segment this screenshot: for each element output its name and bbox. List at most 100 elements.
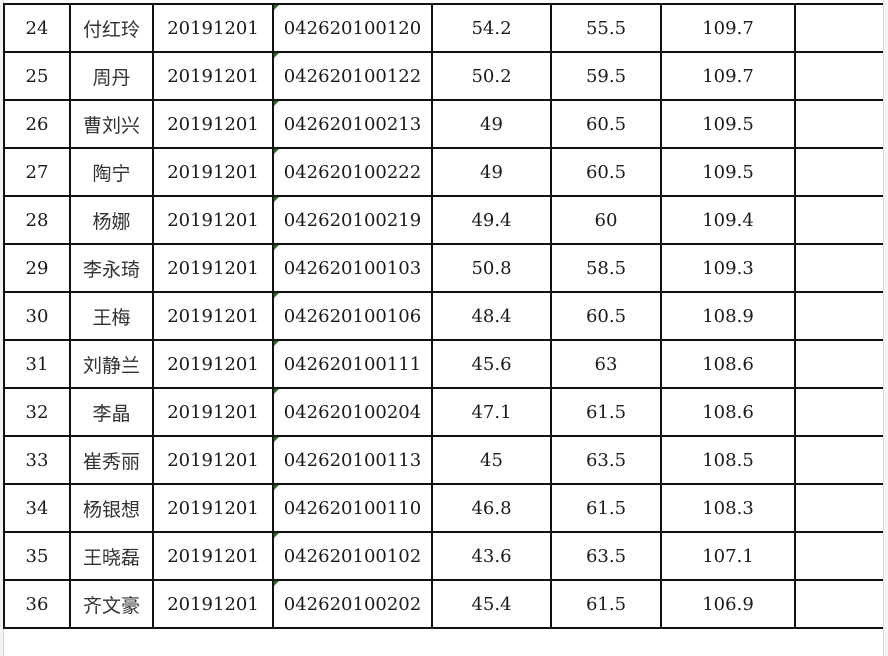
score-1-cell[interactable]: 47.1 [431, 387, 552, 437]
exam-number-cell[interactable]: 042620100120 [272, 3, 433, 53]
name-cell[interactable]: 陶宁 [69, 147, 154, 197]
remark-cell[interactable] [794, 483, 885, 533]
score-2-cell[interactable]: 60.5 [550, 291, 662, 341]
seq-cell[interactable]: 34 [3, 483, 71, 533]
score-2-cell[interactable]: 55.5 [550, 3, 662, 53]
position-code-cell[interactable]: 20191201 [152, 51, 274, 101]
seq-cell[interactable]: 31 [3, 339, 71, 389]
position-code-cell[interactable]: 20191201 [152, 387, 274, 437]
remark-cell[interactable] [794, 291, 885, 341]
name-cell[interactable]: 付红玲 [69, 3, 154, 53]
total-score-cell[interactable]: 108.3 [660, 483, 796, 533]
seq-cell[interactable]: 28 [3, 195, 71, 245]
remark-cell[interactable] [794, 339, 885, 389]
seq-cell[interactable]: 30 [3, 291, 71, 341]
score-1-cell[interactable]: 49.4 [431, 195, 552, 245]
score-1-cell[interactable]: 45 [431, 435, 552, 485]
score-2-cell[interactable]: 61.5 [550, 579, 662, 629]
remark-cell[interactable] [794, 531, 885, 581]
seq-cell[interactable]: 36 [3, 579, 71, 629]
total-score-cell[interactable]: 109.7 [660, 3, 796, 53]
seq-cell[interactable]: 27 [3, 147, 71, 197]
position-code-cell[interactable]: 20191201 [152, 147, 274, 197]
position-code-cell[interactable]: 20191201 [152, 531, 274, 581]
seq-cell[interactable]: 33 [3, 435, 71, 485]
exam-number-cell[interactable]: 042620100103 [272, 243, 433, 293]
exam-number-cell[interactable]: 042620100222 [272, 147, 433, 197]
score-1-cell[interactable]: 45.4 [431, 579, 552, 629]
exam-number-cell[interactable]: 042620100219 [272, 195, 433, 245]
name-cell[interactable]: 李永琦 [69, 243, 154, 293]
score-1-cell[interactable]: 54.2 [431, 3, 552, 53]
remark-cell[interactable] [794, 579, 885, 629]
score-1-cell[interactable]: 48.4 [431, 291, 552, 341]
total-score-cell[interactable]: 108.9 [660, 291, 796, 341]
name-cell[interactable]: 齐文豪 [69, 579, 154, 629]
seq-cell[interactable]: 35 [3, 531, 71, 581]
score-1-cell[interactable]: 49 [431, 99, 552, 149]
score-2-cell[interactable]: 60 [550, 195, 662, 245]
total-score-cell[interactable]: 107.1 [660, 531, 796, 581]
position-code-cell[interactable]: 20191201 [152, 3, 274, 53]
score-1-cell[interactable]: 49 [431, 147, 552, 197]
name-cell[interactable]: 王晓磊 [69, 531, 154, 581]
name-cell[interactable]: 周丹 [69, 51, 154, 101]
position-code-cell[interactable]: 20191201 [152, 195, 274, 245]
total-score-cell[interactable]: 108.5 [660, 435, 796, 485]
remark-cell[interactable] [794, 51, 885, 101]
position-code-cell[interactable]: 20191201 [152, 339, 274, 389]
total-score-cell[interactable]: 108.6 [660, 339, 796, 389]
exam-number-cell[interactable]: 042620100204 [272, 387, 433, 437]
exam-number-cell[interactable]: 042620100213 [272, 99, 433, 149]
score-2-cell[interactable]: 63.5 [550, 435, 662, 485]
total-score-cell[interactable]: 108.6 [660, 387, 796, 437]
score-2-cell[interactable]: 61.5 [550, 387, 662, 437]
score-2-cell[interactable]: 61.5 [550, 483, 662, 533]
position-code-cell[interactable]: 20191201 [152, 483, 274, 533]
seq-cell[interactable]: 25 [3, 51, 71, 101]
exam-number-cell[interactable]: 042620100122 [272, 51, 433, 101]
position-code-cell[interactable]: 20191201 [152, 243, 274, 293]
name-cell[interactable]: 王梅 [69, 291, 154, 341]
total-score-cell[interactable]: 109.3 [660, 243, 796, 293]
score-2-cell[interactable]: 60.5 [550, 99, 662, 149]
score-1-cell[interactable]: 50.8 [431, 243, 552, 293]
score-2-cell[interactable]: 63.5 [550, 531, 662, 581]
remark-cell[interactable] [794, 387, 885, 437]
position-code-cell[interactable]: 20191201 [152, 291, 274, 341]
total-score-cell[interactable]: 109.7 [660, 51, 796, 101]
remark-cell[interactable] [794, 195, 885, 245]
score-2-cell[interactable]: 63 [550, 339, 662, 389]
name-cell[interactable]: 刘静兰 [69, 339, 154, 389]
remark-cell[interactable] [794, 99, 885, 149]
exam-number-cell[interactable]: 042620100110 [272, 483, 433, 533]
name-cell[interactable]: 李晶 [69, 387, 154, 437]
total-score-cell[interactable]: 109.5 [660, 99, 796, 149]
name-cell[interactable]: 杨银想 [69, 483, 154, 533]
score-2-cell[interactable]: 60.5 [550, 147, 662, 197]
position-code-cell[interactable]: 20191201 [152, 579, 274, 629]
name-cell[interactable]: 曹刘兴 [69, 99, 154, 149]
position-code-cell[interactable]: 20191201 [152, 99, 274, 149]
exam-number-cell[interactable]: 042620100102 [272, 531, 433, 581]
seq-cell[interactable]: 29 [3, 243, 71, 293]
remark-cell[interactable] [794, 243, 885, 293]
total-score-cell[interactable]: 106.9 [660, 579, 796, 629]
score-2-cell[interactable]: 58.5 [550, 243, 662, 293]
exam-number-cell[interactable]: 042620100106 [272, 291, 433, 341]
exam-number-cell[interactable]: 042620100202 [272, 579, 433, 629]
score-1-cell[interactable]: 46.8 [431, 483, 552, 533]
seq-cell[interactable]: 26 [3, 99, 71, 149]
remark-cell[interactable] [794, 435, 885, 485]
remark-cell[interactable] [794, 3, 885, 53]
exam-number-cell[interactable]: 042620100111 [272, 339, 433, 389]
seq-cell[interactable]: 32 [3, 387, 71, 437]
score-1-cell[interactable]: 43.6 [431, 531, 552, 581]
total-score-cell[interactable]: 109.4 [660, 195, 796, 245]
exam-number-cell[interactable]: 042620100113 [272, 435, 433, 485]
remark-cell[interactable] [794, 147, 885, 197]
name-cell[interactable]: 崔秀丽 [69, 435, 154, 485]
position-code-cell[interactable]: 20191201 [152, 435, 274, 485]
score-2-cell[interactable]: 59.5 [550, 51, 662, 101]
total-score-cell[interactable]: 109.5 [660, 147, 796, 197]
